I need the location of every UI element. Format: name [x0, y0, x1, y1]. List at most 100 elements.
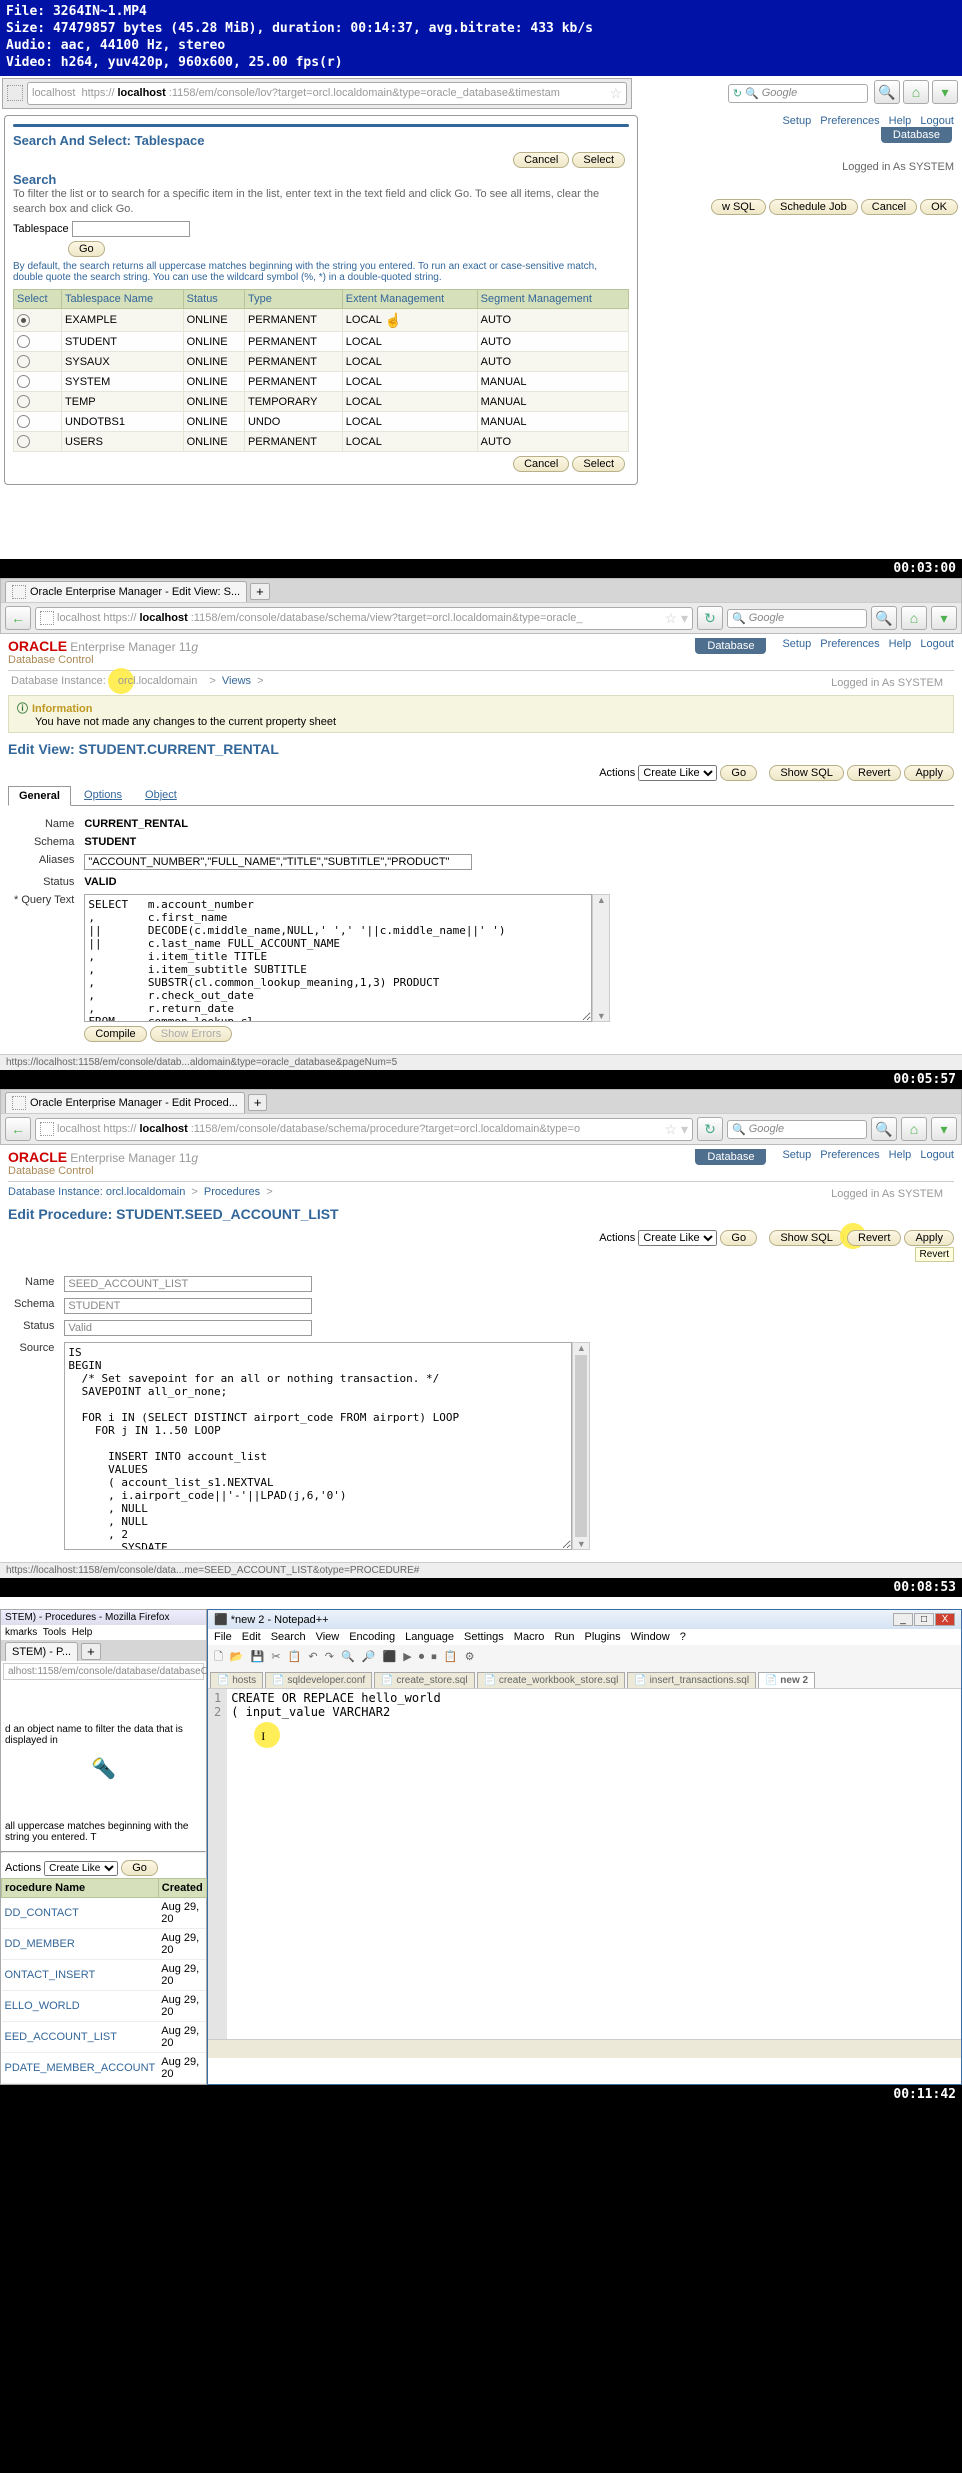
apply-button[interactable]: Apply [904, 1230, 954, 1246]
new-tab-button[interactable]: + [81, 1643, 101, 1660]
preferences-link[interactable]: Preferences [820, 115, 879, 127]
preferences-link[interactable]: Preferences [820, 1149, 879, 1161]
breadcrumb-views[interactable]: Views [222, 675, 251, 687]
setup-link[interactable]: Setup [782, 1149, 811, 1161]
setup-link[interactable]: Setup [782, 115, 811, 127]
back-button[interactable]: ← [5, 606, 31, 630]
help-link[interactable]: Help [889, 115, 912, 127]
proc-name-link[interactable]: DD_MEMBER [2, 1929, 159, 1960]
menu-run[interactable]: Run [554, 1631, 574, 1643]
row-radio[interactable] [14, 432, 62, 452]
toolbar[interactable]: 🗋 📂 💾 ✂ 📋 ↶ ↷ 🔍 🔎 ⬛ ▶ ⏺ ⏹ 📋 ⚙ [208, 1645, 961, 1670]
col-status[interactable]: Status [183, 290, 244, 309]
actions-select[interactable]: Create Like [638, 765, 717, 781]
proc-name-link[interactable]: PDATE_MEMBER_ACCOUNT [2, 2053, 159, 2084]
close-button[interactable]: X [935, 1613, 955, 1626]
help-link[interactable]: Help [889, 1149, 912, 1161]
menu-macro[interactable]: Macro [514, 1631, 545, 1643]
preferences-link[interactable]: Preferences [820, 638, 879, 650]
query-textarea[interactable]: SELECT m.account_number , c.first_name |… [84, 894, 592, 1022]
select-button[interactable]: Select [572, 152, 625, 168]
go-button[interactable]: Go [68, 241, 105, 257]
database-tab[interactable]: Database [881, 127, 952, 143]
cancel-button[interactable]: Cancel [513, 456, 569, 472]
scrollbar[interactable]: ▲▼ [592, 894, 610, 1022]
tab-object[interactable]: Object [135, 786, 187, 804]
database-tab[interactable]: Database [695, 1149, 766, 1165]
revert-button[interactable]: Revert [847, 765, 901, 781]
editor-tab[interactable]: 📄 create_workbook_store.sql [477, 1672, 626, 1688]
home-button[interactable]: ⌂ [903, 80, 929, 104]
select-button[interactable]: Select [572, 456, 625, 472]
menu-file[interactable]: File [214, 1631, 232, 1643]
logout-link[interactable]: Logout [920, 1149, 954, 1161]
bookmark-star-icon[interactable]: ☆ ▾ [665, 1121, 688, 1138]
url-field[interactable]: localhost https://localhost:1158/em/cons… [35, 607, 693, 630]
logout-link[interactable]: Logout [920, 115, 954, 127]
proc-name-link[interactable]: ELLO_WORLD [2, 1991, 159, 2022]
col-segment[interactable]: Segment Management [477, 290, 628, 309]
col-type[interactable]: Type [244, 290, 342, 309]
menu-plugins[interactable]: Plugins [585, 1631, 621, 1643]
home-button[interactable]: ⌂ [901, 606, 927, 630]
editor-tab[interactable]: 📄 hosts [210, 1672, 263, 1688]
help-menu[interactable]: Help [72, 1627, 93, 1638]
flashlight-icon[interactable]: 🔦 [91, 1758, 116, 1780]
search-button[interactable]: 🔍 [871, 1117, 897, 1141]
minimize-button[interactable]: _ [893, 1613, 913, 1626]
bookmark-star-icon[interactable]: ☆ [609, 85, 622, 102]
url-field[interactable]: localhost https://localhost:1158/em/cons… [35, 1118, 693, 1141]
col-name[interactable]: Tablespace Name [62, 290, 184, 309]
bookmarks-menu[interactable]: kmarks [5, 1627, 37, 1638]
menu-button[interactable]: ▾ [932, 80, 958, 104]
aliases-input[interactable] [84, 854, 472, 870]
refresh-icon[interactable]: ↻ [733, 87, 742, 100]
scrollbar[interactable]: ▲▼ [572, 1342, 590, 1550]
new-tab-button[interactable]: + [250, 583, 270, 600]
search-button[interactable]: 🔍 [871, 606, 897, 630]
tab-options[interactable]: Options [74, 786, 132, 804]
menu-button[interactable]: ▾ [931, 606, 957, 630]
refresh-button[interactable]: ↻ [697, 606, 723, 630]
new-tab-button[interactable]: + [248, 1094, 268, 1111]
revert-button[interactable]: Revert [847, 1230, 901, 1246]
row-radio[interactable] [14, 332, 62, 352]
go-button[interactable]: Go [720, 765, 757, 781]
compile-button[interactable]: Compile [84, 1026, 146, 1042]
help-link[interactable]: Help [889, 638, 912, 650]
source-textarea[interactable]: IS BEGIN /* Set savepoint for an all or … [64, 1342, 572, 1550]
ok-button[interactable]: OK [920, 199, 958, 215]
editor-tab[interactable]: 📄 sqldeveloper.conf [265, 1672, 372, 1688]
actions-select[interactable]: Create Like [44, 1861, 118, 1876]
cancel-button[interactable]: Cancel [861, 199, 917, 215]
menu-button[interactable]: ▾ [931, 1117, 957, 1141]
col-extent[interactable]: Extent Management [342, 290, 477, 309]
show-sql-button[interactable]: w SQL [711, 199, 766, 215]
home-button[interactable]: ⌂ [901, 1117, 927, 1141]
row-radio[interactable] [14, 392, 62, 412]
status-input[interactable] [64, 1320, 312, 1336]
bookmark-star-icon[interactable]: ☆ ▾ [665, 610, 688, 627]
browser-tab[interactable]: STEM) - P... [5, 1642, 78, 1661]
show-sql-button[interactable]: Show SQL [769, 1230, 844, 1246]
show-errors-button[interactable]: Show Errors [150, 1026, 233, 1042]
name-input[interactable] [64, 1276, 312, 1292]
menu-search[interactable]: Search [271, 1631, 306, 1643]
menu-?[interactable]: ? [680, 1631, 686, 1643]
breadcrumb-procedures[interactable]: Procedures [204, 1186, 260, 1198]
apply-button[interactable]: Apply [904, 765, 954, 781]
row-radio[interactable] [14, 412, 62, 432]
url-field[interactable]: localhost https://localhost:1158/em/cons… [27, 82, 627, 105]
menu-encoding[interactable]: Encoding [349, 1631, 395, 1643]
col-select[interactable]: Select [14, 290, 62, 309]
editor-tab[interactable]: 📄 new 2 [758, 1672, 815, 1688]
breadcrumb-instance[interactable]: Database Instance: orcl.localdomain [8, 1186, 185, 1198]
refresh-button[interactable]: ↻ [697, 1117, 723, 1141]
url-fragment[interactable]: alhost:1158/em/console/database/database… [3, 1663, 204, 1680]
tablespace-input[interactable] [72, 221, 190, 237]
proc-name-link[interactable]: ONTACT_INSERT [2, 1960, 159, 1991]
schema-input[interactable] [64, 1298, 312, 1314]
maximize-button[interactable]: □ [914, 1613, 934, 1626]
tools-menu[interactable]: Tools [43, 1627, 66, 1638]
row-radio[interactable] [14, 372, 62, 392]
